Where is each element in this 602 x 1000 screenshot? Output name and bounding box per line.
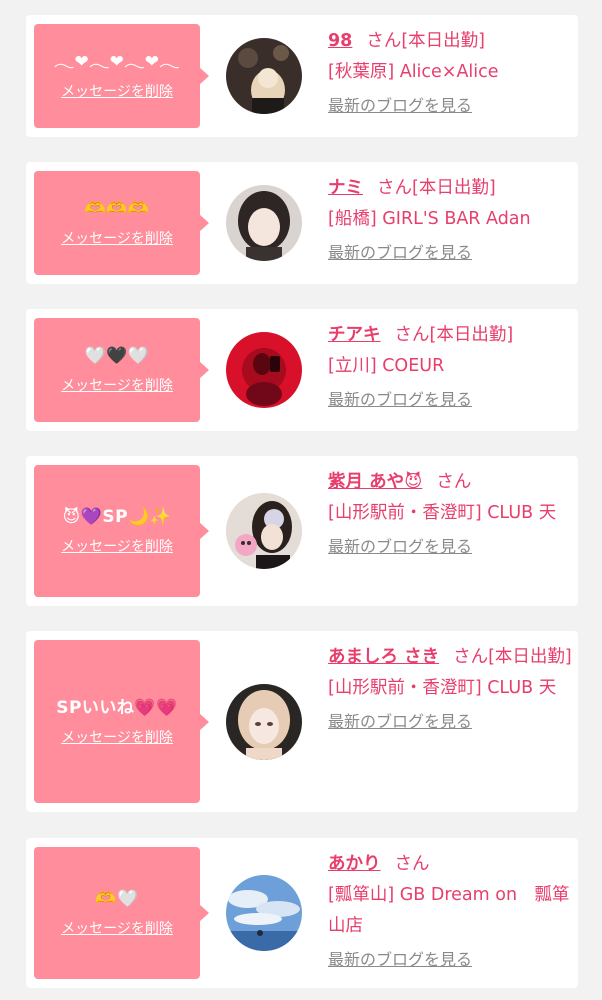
message-text: SPいいね💗💗: [56, 697, 178, 718]
cast-info: ナミ さん[本日出勤] [船橋] GIRL'S BAR Adan 最新のブログを見…: [328, 173, 573, 269]
cast-info: 紫月 あや😈 さん [山形駅前・香澄町] CLUB 天 最新のブログを見る: [328, 467, 573, 563]
latest-blog-link[interactable]: 最新のブログを見る: [328, 948, 472, 972]
cast-info: あましろ さき さん[本日出勤] [山形駅前・香澄町] CLUB 天 最新のブログ…: [328, 642, 573, 738]
delete-message-link[interactable]: メッセージを削除: [61, 919, 173, 939]
shop-name: [山形駅前・香澄町] CLUB 天: [328, 678, 557, 698]
cast-name-link[interactable]: 98: [328, 31, 352, 51]
shop-name: [山形駅前・香澄町] CLUB 天: [328, 503, 557, 523]
shop-name: [立川] COEUR: [328, 356, 445, 376]
latest-blog-link[interactable]: 最新のブログを見る: [328, 241, 472, 265]
latest-blog-link[interactable]: 最新のブログを見る: [328, 94, 472, 118]
avatar[interactable]: [226, 875, 302, 951]
message-card: SPいいね💗💗 メッセージを削除 あましろ さき さん[本日出勤] [山形駅前・香…: [26, 631, 578, 812]
delete-message-link[interactable]: メッセージを削除: [61, 82, 173, 102]
latest-blog-link[interactable]: 最新のブログを見る: [328, 388, 472, 412]
work-status: [本日出勤]: [488, 647, 572, 667]
cast-name-link[interactable]: あかり: [328, 854, 381, 874]
delete-message-link[interactable]: メッセージを削除: [61, 728, 173, 748]
shop-name: [秋葉原] Alice×Alice: [328, 62, 499, 82]
message-text: 𓂃❤︎𓂃❤︎𓂃❤︎𓂃: [54, 52, 180, 72]
avatar[interactable]: [226, 185, 302, 261]
message-card: 🤍🖤🤍 メッセージを削除 チアキ さん[本日出勤] [立川] COEUR 最新のブ…: [26, 309, 578, 431]
photo-sky-landscape-icon: [226, 875, 302, 951]
cast-info: 98 さん[本日出勤] [秋葉原] Alice×Alice 最新のブログを見る: [328, 26, 573, 122]
honorific: さん: [394, 854, 430, 874]
avatar[interactable]: [226, 38, 302, 114]
latest-blog-link[interactable]: 最新のブログを見る: [328, 710, 472, 734]
latest-blog-link[interactable]: 最新のブログを見る: [328, 535, 472, 559]
honorific: さん: [394, 325, 430, 345]
avatar[interactable]: [226, 684, 302, 760]
avatar[interactable]: [226, 493, 302, 569]
cast-name-link[interactable]: ナミ: [328, 178, 363, 198]
cast-info: あかり さん [瓢箪山] GB Dream on 瓢箪山店 最新のブログを見る: [328, 849, 573, 976]
cast-name-link[interactable]: 紫月 あや😈: [328, 472, 422, 492]
shop-name: [瓢箪山] GB Dream on 瓢箪山店: [328, 885, 570, 936]
photo-portrait-blonde-icon: [226, 684, 302, 760]
message-bubble: 😈💜SP🌙✨ メッセージを削除: [34, 465, 209, 597]
honorific: さん: [436, 472, 472, 492]
honorific: さん: [366, 31, 402, 51]
message-text: 🤍🖤🤍: [84, 346, 150, 366]
message-card: 🫶🫶🫶 メッセージを削除 ナミ さん[本日出勤] [船橋] GIRL'S BAR …: [26, 162, 578, 284]
message-card: 𓂃❤︎𓂃❤︎𓂃❤︎𓂃 メッセージを削除 98 さん[本日出勤] [秋葉原] Ali…: [26, 15, 578, 137]
message-bubble: SPいいね💗💗 メッセージを削除: [34, 640, 209, 803]
message-bubble: 𓂃❤︎𓂃❤︎𓂃❤︎𓂃 メッセージを削除: [34, 24, 209, 128]
message-text: 🫶🤍: [95, 889, 139, 909]
message-bubble: 🤍🖤🤍 メッセージを削除: [34, 318, 209, 422]
photo-portrait-with-toy-icon: [226, 493, 302, 569]
cast-name-link[interactable]: チアキ: [328, 325, 381, 345]
work-status: [本日出勤]: [429, 325, 514, 345]
honorific: さん: [377, 178, 412, 198]
delete-message-link[interactable]: メッセージを削除: [61, 537, 173, 557]
delete-message-link[interactable]: メッセージを削除: [61, 376, 173, 396]
message-card: 😈💜SP🌙✨ メッセージを削除 紫月 あや😈 さん [山形駅前・香澄町] CLUB…: [26, 456, 578, 606]
photo-red-room-icon: [226, 332, 302, 408]
message-bubble: 🫶🫶🫶 メッセージを削除: [34, 171, 209, 275]
work-status: [本日出勤]: [401, 31, 486, 51]
work-status: [本日出勤]: [412, 178, 496, 198]
cast-info: チアキ さん[本日出勤] [立川] COEUR 最新のブログを見る: [328, 320, 573, 416]
message-text: 😈💜SP🌙✨: [62, 507, 172, 527]
honorific: さん: [453, 647, 489, 667]
photo-dark-figure-icon: [226, 38, 302, 114]
cast-name-link[interactable]: あましろ さき: [328, 647, 439, 667]
avatar[interactable]: [226, 332, 302, 408]
message-card: 🫶🤍 メッセージを削除 あかり さん [瓢箪山] GB Dream on 瓢箪山店…: [26, 838, 578, 988]
message-bubble: 🫶🤍 メッセージを削除: [34, 847, 209, 979]
message-text: 🫶🫶🫶: [84, 199, 150, 219]
delete-message-link[interactable]: メッセージを削除: [61, 229, 173, 249]
shop-name: [船橋] GIRL'S BAR Adan: [328, 209, 531, 229]
photo-portrait-dark-hair-icon: [226, 185, 302, 261]
